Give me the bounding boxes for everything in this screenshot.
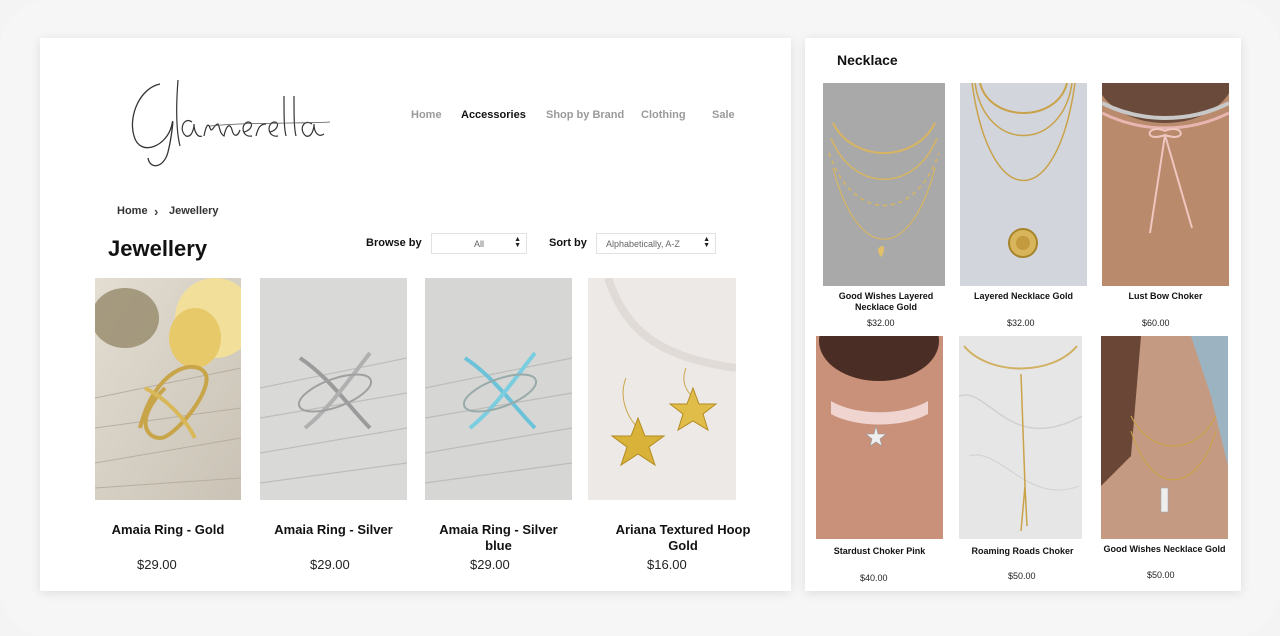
breadcrumb-home[interactable]: Home: [117, 205, 148, 217]
breadcrumb-current: Jewellery: [169, 205, 219, 217]
select-arrows-icon: ▲ ▼: [703, 236, 710, 249]
necklace-image-star-choker[interactable]: [816, 336, 943, 539]
necklace-price: $50.00: [1008, 571, 1036, 581]
nav-item-accessories[interactable]: Accessories: [461, 109, 526, 121]
browse-by-value: All: [473, 238, 484, 249]
brand-logo[interactable]: [120, 66, 335, 176]
select-arrows-icon: ▲ ▼: [514, 236, 521, 249]
product-price: $29.00: [470, 557, 510, 572]
necklace-price: $40.00: [860, 573, 888, 583]
logo-script-icon: [131, 79, 331, 167]
necklace-name[interactable]: Good Wishes Necklace Gold: [1101, 544, 1228, 555]
product-image-silver-ring[interactable]: [260, 278, 407, 500]
necklace-image-bow-choker[interactable]: [1102, 83, 1229, 286]
product-name[interactable]: Amaia Ring - Silver: [260, 522, 407, 538]
sort-by-value: Alphabetically, A-Z: [606, 238, 680, 249]
chevron-right-icon: ›: [154, 204, 159, 219]
page-title: Jewellery: [108, 236, 208, 261]
product-image-star-earrings[interactable]: [588, 278, 736, 500]
browse-by-select[interactable]: All ▲ ▼: [431, 233, 527, 254]
necklace-panel: Necklace Good Wishes Layered Necklace Go…: [805, 38, 1241, 591]
necklace-price: $60.00: [1142, 318, 1170, 328]
store-page-panel: Home Accessories Shop by Brand Clothing …: [40, 38, 791, 591]
necklace-name[interactable]: Good Wishes Layered Necklace Gold: [823, 291, 949, 313]
necklace-name[interactable]: Roaming Roads Choker: [959, 546, 1086, 557]
necklace-price: $50.00: [1147, 570, 1175, 580]
sort-by-select[interactable]: Alphabetically, A-Z ▲ ▼: [596, 233, 716, 254]
product-name[interactable]: Amaia Ring - Silver blue: [425, 522, 572, 554]
necklace-price: $32.00: [867, 318, 895, 328]
product-image-gold-ring[interactable]: [95, 278, 241, 500]
nav-item-home[interactable]: Home: [411, 109, 442, 121]
sort-by-label: Sort by: [549, 237, 587, 249]
necklace-name[interactable]: Lust Bow Choker: [1102, 291, 1229, 302]
necklace-image-lariat-choker[interactable]: [959, 336, 1082, 539]
necklace-panel-title: Necklace: [837, 52, 898, 68]
product-image-blue-ring[interactable]: [425, 278, 572, 500]
necklace-name[interactable]: Layered Necklace Gold: [960, 291, 1087, 302]
nav-item-sale[interactable]: Sale: [712, 109, 735, 121]
necklace-image-bar-pendant[interactable]: [1101, 336, 1228, 539]
nav-item-shop-by-brand[interactable]: Shop by Brand: [546, 109, 624, 121]
necklace-price: $32.00: [1007, 318, 1035, 328]
product-price: $29.00: [137, 557, 177, 572]
necklace-image-coin-pendant[interactable]: [960, 83, 1087, 286]
product-name[interactable]: Amaia Ring - Gold: [95, 522, 241, 538]
product-price: $16.00: [647, 557, 687, 572]
nav-item-clothing[interactable]: Clothing: [641, 109, 686, 121]
browse-by-label: Browse by: [366, 237, 422, 249]
product-price: $29.00: [310, 557, 350, 572]
product-name[interactable]: Ariana Textured Hoop Gold: [600, 522, 766, 554]
necklace-name[interactable]: Stardust Choker Pink: [816, 546, 943, 557]
necklace-image-layered-gold[interactable]: [823, 83, 945, 286]
